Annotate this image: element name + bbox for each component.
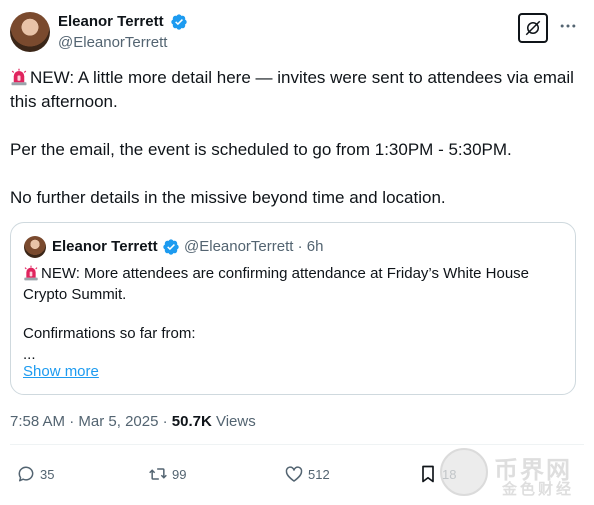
reply-count: 35 xyxy=(40,466,55,482)
more-button[interactable] xyxy=(556,14,580,38)
quoted-author-name: Eleanor Terrett xyxy=(52,238,158,255)
meta-separator: · xyxy=(158,413,172,430)
post-time[interactable]: 7:58 AM xyxy=(10,413,65,430)
watermark-logo xyxy=(440,448,488,496)
divider xyxy=(10,444,584,445)
watermark-bottom-text: 金色财经 xyxy=(502,480,575,498)
quoted-avatar xyxy=(24,236,46,258)
post-paragraph-3: No further details in the missive beyond… xyxy=(10,188,446,207)
views-count: 50.7K xyxy=(171,413,212,430)
quoted-text-1-body: NEW: More attendees are confirming atten… xyxy=(23,265,530,303)
siren-emoji-icon xyxy=(24,265,38,281)
bookmark-icon xyxy=(422,465,434,483)
siren-emoji-icon xyxy=(11,68,27,86)
post-paragraph-2: Per the email, the event is scheduled to… xyxy=(10,140,512,159)
meta-separator: · xyxy=(65,413,79,430)
grok-icon xyxy=(525,20,541,36)
author-handle[interactable]: @EleanorTerrett xyxy=(58,34,167,51)
verified-badge-icon xyxy=(171,14,187,30)
verified-badge-icon xyxy=(163,239,179,255)
avatar[interactable] xyxy=(10,12,50,52)
more-icon xyxy=(560,24,576,28)
tweet: Eleanor Terrett @EleanorTerrett NEW: A l… xyxy=(0,0,594,505)
reply-icon xyxy=(18,466,34,482)
grok-button[interactable] xyxy=(518,13,548,43)
quoted-handle-time: @EleanorTerrett · 6h xyxy=(184,238,324,255)
heart-icon xyxy=(285,466,303,482)
post-date[interactable]: Mar 5, 2025 xyxy=(78,413,158,430)
repost-count: 99 xyxy=(172,466,187,482)
watermark: 币界网 金色财经 xyxy=(440,446,590,500)
reply-button[interactable]: 35 xyxy=(16,463,54,485)
show-more-link[interactable]: Show more xyxy=(23,363,99,380)
quoted-text-3: ... xyxy=(23,346,36,363)
like-count: 512 xyxy=(308,466,330,482)
repost-button[interactable]: 99 xyxy=(148,463,186,485)
like-button[interactable]: 512 xyxy=(284,463,330,485)
author-name[interactable]: Eleanor Terrett xyxy=(58,13,164,30)
quoted-text-1: NEW: More attendees are confirming atten… xyxy=(23,263,563,305)
post-paragraph-1-text: NEW: A little more detail here — invites… xyxy=(10,68,574,111)
repost-icon xyxy=(149,468,167,480)
quoted-text-2: Confirmations so far from: xyxy=(23,325,196,342)
post-paragraph-1: NEW: A little more detail here — invites… xyxy=(10,66,580,114)
quoted-post-card[interactable]: Eleanor Terrett @EleanorTerrett · 6h NEW… xyxy=(10,222,576,395)
post-meta: 7:58 AM · Mar 5, 2025 · 50.7K Views xyxy=(10,413,256,430)
views-label: Views xyxy=(211,413,256,430)
